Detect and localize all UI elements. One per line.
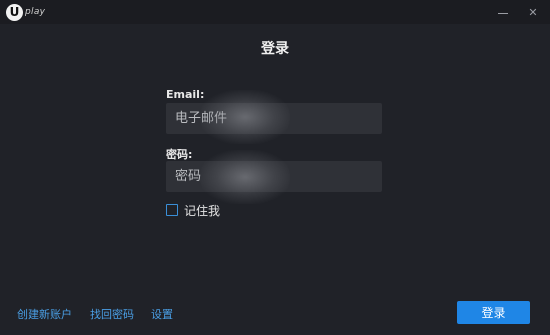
password-label: 密码:	[166, 148, 193, 161]
close-button[interactable]: ✕	[523, 2, 543, 22]
page-title: 登录	[261, 41, 289, 57]
close-icon: ✕	[528, 5, 538, 19]
email-field[interactable]	[166, 103, 382, 134]
remember-me-checkbox[interactable]: 记住我	[166, 202, 220, 218]
title-bar: U play ✕	[0, 0, 550, 24]
find-password-link[interactable]: 找回密码	[90, 306, 134, 322]
password-field[interactable]	[166, 161, 382, 192]
remember-me-label: 记住我	[184, 203, 221, 218]
create-account-link[interactable]: 创建新账户	[17, 306, 72, 322]
minimize-button[interactable]	[493, 2, 513, 22]
minimize-icon	[498, 12, 508, 14]
checkbox-box[interactable]	[166, 204, 178, 216]
uplay-logo-mark: U	[6, 3, 23, 21]
email-label: Email:	[166, 88, 205, 101]
login-button[interactable]: 登录	[457, 301, 530, 324]
uplay-logo-text: play	[25, 7, 46, 17]
uplay-logo: U play	[6, 3, 45, 21]
settings-link[interactable]: 设置	[151, 306, 173, 322]
